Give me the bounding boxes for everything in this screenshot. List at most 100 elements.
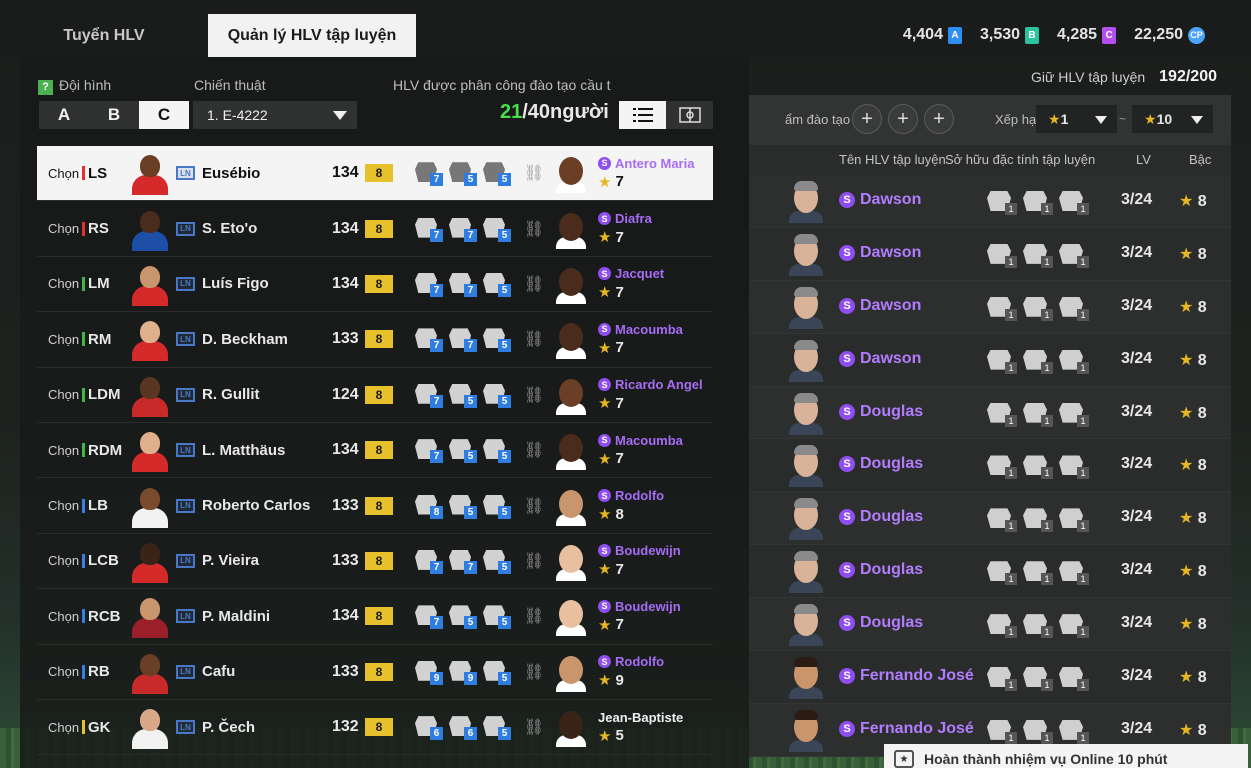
coach-photo: [789, 657, 823, 700]
link-icon[interactable]: ⛓: [522, 606, 546, 626]
assigned-coach[interactable]: S Boudewijn ★ 7: [598, 543, 681, 578]
add-filter-button-3[interactable]: +: [924, 104, 954, 134]
player-row[interactable]: Chọn LCB LN P. Vieira 133 8 775 ⛓ S Boude…: [37, 534, 713, 590]
link-icon[interactable]: ⛓: [522, 662, 546, 682]
select-label[interactable]: Chọn: [48, 609, 82, 624]
player-row[interactable]: Chọn RDM LN L. Matthäus 134 8 755 ⛓ S Mac…: [37, 423, 713, 479]
assigned-coach[interactable]: S Macoumba ★ 7: [598, 433, 683, 468]
coach-row[interactable]: S Douglas 111 3/24 ★ 8: [749, 492, 1231, 546]
link-icon[interactable]: ⛓: [522, 274, 546, 294]
select-label[interactable]: Chọn: [48, 720, 82, 735]
coach-row[interactable]: S Dawson 111 3/24 ★ 8: [749, 175, 1231, 228]
select-label[interactable]: Chọn: [48, 332, 82, 347]
pitch-icon: [678, 107, 701, 123]
player-row[interactable]: Chọn GK LN P. Čech 132 8 665 ⛓ Jean-Bapt…: [37, 700, 713, 756]
coach-avatar: [556, 652, 586, 692]
select-label[interactable]: Chọn: [48, 166, 82, 181]
select-label[interactable]: Chọn: [48, 276, 82, 291]
select-label[interactable]: Chọn: [48, 443, 82, 458]
formation-b-button[interactable]: B: [89, 101, 139, 129]
coach-row[interactable]: S Dawson 111 3/24 ★ 8: [749, 333, 1231, 387]
coach-name: Jacquet: [615, 266, 665, 282]
link-icon[interactable]: ⛓: [522, 551, 546, 571]
list-view-button[interactable]: [619, 101, 666, 129]
player-row[interactable]: Chọn LDM LN R. Gullit 124 8 755 ⛓ S Ricar…: [37, 368, 713, 423]
training-skill-icon: 5: [449, 603, 479, 630]
link-icon[interactable]: ⛓: [522, 496, 546, 516]
player-row[interactable]: Chọn RM LN D. Beckham 133 8 775 ⛓ S Macou…: [37, 312, 713, 368]
help-icon[interactable]: ?: [38, 80, 53, 95]
training-skill-icon: 5: [483, 160, 513, 187]
link-icon[interactable]: ⛓: [522, 329, 546, 349]
player-ovr: 134: [332, 441, 359, 459]
player-row[interactable]: Chọn LM LN Luís Figo 134 8 775 ⛓ S Jacque…: [37, 257, 713, 313]
assigned-coach[interactable]: Jean-Baptiste ★ 5: [598, 710, 683, 745]
add-filter-button-1[interactable]: +: [852, 104, 882, 134]
formation-a-button[interactable]: A: [39, 101, 89, 129]
coach-row[interactable]: S Dawson 111 3/24 ★ 8: [749, 280, 1231, 334]
tab-manage-coach[interactable]: Quản lý HLV tập luyện: [208, 14, 416, 57]
player-row[interactable]: Chọn RB LN Cafu 133 8 995 ⛓ S Rodolfo ★ 9: [37, 645, 713, 700]
mission-notice[interactable]: ★ Hoàn thành nhiệm vụ Online 10 phút: [884, 744, 1248, 768]
link-icon[interactable]: ⛓: [522, 163, 546, 183]
player-row[interactable]: Chọn LB LN Roberto Carlos 133 8 855 ⛓ SR…: [37, 478, 713, 534]
assigned-coach[interactable]: S Rodolfo ★ 9: [598, 654, 664, 689]
coach-row[interactable]: S Douglas 111 3/24 ★ 8: [749, 386, 1231, 440]
coach-row[interactable]: S Fernando José 111 3/24 ★ 8: [749, 651, 1231, 704]
position-color-bar: [82, 387, 85, 402]
player-avatar: [128, 594, 172, 639]
assigned-coach[interactable]: S Macoumba ★ 7: [598, 322, 683, 357]
player-row[interactable]: Chọn LS LN Eusébio 134 8 755 ⛓ S Antero M…: [37, 146, 713, 202]
link-icon[interactable]: ⛓: [522, 385, 546, 405]
training-skill-icon: 5: [483, 659, 513, 685]
select-label[interactable]: Chọn: [48, 387, 82, 402]
coach-row[interactable]: S Douglas 111 3/24 ★ 8: [749, 439, 1231, 493]
assigned-coach[interactable]: S Boudewijn ★ 7: [598, 599, 681, 634]
rank-to-dropdown[interactable]: ★ 10: [1132, 105, 1213, 133]
select-label[interactable]: Chọn: [48, 498, 82, 513]
select-label[interactable]: Chọn: [48, 221, 82, 236]
formation-c-button[interactable]: C: [139, 101, 189, 129]
legend-season-icon: LN: [176, 443, 195, 458]
position-color-bar: [82, 664, 85, 679]
player-row[interactable]: Chọn RCB LN P. Maldini 134 8 755 ⛓ S Boud…: [37, 589, 713, 645]
coach-photo: [789, 498, 823, 541]
select-label[interactable]: Chọn: [48, 664, 82, 679]
coach-row[interactable]: S Dawson 111 3/24 ★ 8: [749, 227, 1231, 281]
filter-bar: ẩm đào tạo + + + Xếp hạ ★ 1 ~ ★ 10: [749, 95, 1231, 145]
col-lv[interactable]: LV: [1136, 152, 1151, 167]
col-traits[interactable]: Sở hữu đặc tính tập luyện: [945, 152, 1095, 167]
training-skill-icon: 6: [449, 714, 479, 741]
player-name: S. Eto'o: [202, 220, 258, 238]
assigned-coach[interactable]: S Jacquet ★ 7: [598, 266, 664, 301]
tactic-dropdown[interactable]: 1. E-4222: [193, 101, 357, 129]
coach-grade: 9: [615, 671, 624, 689]
link-icon[interactable]: ⛓: [522, 440, 546, 460]
coach-row[interactable]: S Douglas 111 3/24 ★ 8: [749, 598, 1231, 652]
select-label[interactable]: Chọn: [48, 553, 82, 568]
assigned-coach[interactable]: S Rodolfo ★ 8: [598, 488, 664, 523]
col-name[interactable]: Tên HLV tập luyện: [839, 152, 946, 167]
special-coach-icon: S: [598, 267, 611, 281]
trait-icon: 1: [1023, 348, 1055, 374]
upgrade-badge: 8: [365, 607, 393, 626]
col-grade[interactable]: Bậc: [1189, 152, 1211, 167]
assigned-coach[interactable]: S Antero Maria ★ 7: [598, 156, 694, 191]
legend-season-icon: LN: [176, 332, 195, 347]
tab-recruit-coach[interactable]: Tuyển HLV: [0, 14, 208, 57]
player-avatar: [128, 705, 172, 750]
add-filter-button-2[interactable]: +: [888, 104, 918, 134]
trait-icon: 1: [1059, 718, 1091, 744]
link-icon[interactable]: ⛓: [522, 717, 546, 737]
assigned-coach[interactable]: S Diafra ★ 7: [598, 211, 652, 246]
link-icon[interactable]: ⛓: [522, 219, 546, 239]
assigned-coach[interactable]: S Ricardo Angel ★ 7: [598, 377, 703, 412]
rank-from-dropdown[interactable]: ★ 1: [1036, 105, 1117, 133]
trait-icon: 1: [987, 401, 1019, 427]
plus-icon: +: [933, 107, 945, 130]
coach-row[interactable]: S Douglas 111 3/24 ★ 8: [749, 545, 1231, 599]
pitch-view-button[interactable]: [666, 101, 713, 129]
trait-icon: 1: [987, 718, 1019, 744]
player-row[interactable]: Chọn RS LN S. Eto'o 134 8 775 ⛓ S Diafra …: [37, 201, 713, 257]
player-name: P. Čech: [202, 718, 256, 736]
